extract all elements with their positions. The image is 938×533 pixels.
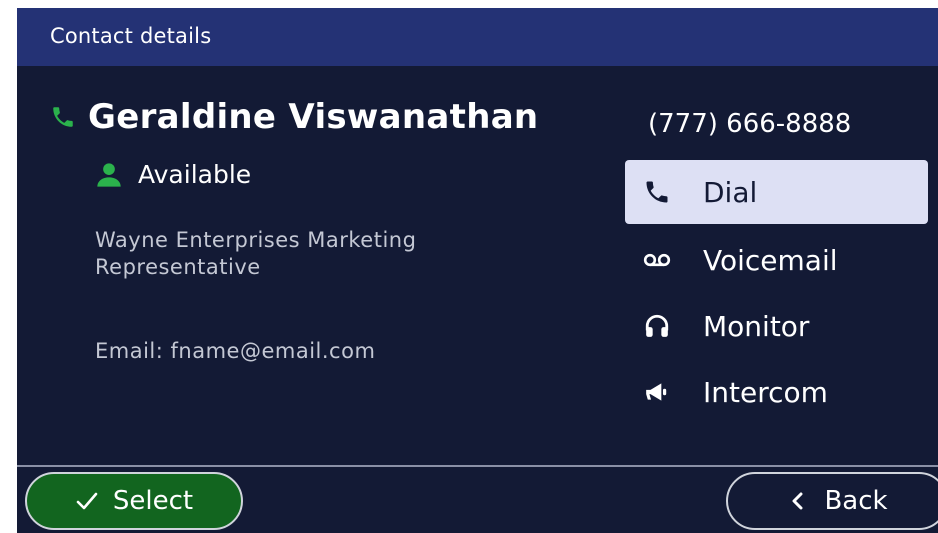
action-label: Monitor bbox=[703, 309, 810, 343]
select-button-label: Select bbox=[112, 486, 194, 516]
contact-email: Email: fname@email.com bbox=[95, 339, 376, 363]
select-button[interactable]: Select bbox=[25, 472, 243, 530]
chevron-left-icon bbox=[792, 492, 803, 510]
header-bar: Contact details bbox=[17, 8, 938, 66]
checkmark-icon bbox=[76, 492, 98, 510]
phone-icon bbox=[643, 178, 671, 206]
back-button[interactable]: Back bbox=[726, 472, 938, 530]
footer-divider bbox=[17, 465, 938, 467]
action-label: Dial bbox=[703, 175, 758, 209]
phone-icon bbox=[53, 107, 73, 127]
action-label: Intercom bbox=[703, 375, 828, 409]
status-text: Available bbox=[138, 160, 252, 189]
action-monitor[interactable]: Monitor bbox=[625, 294, 928, 358]
contact-job-title: Wayne Enterprises Marketing Representati… bbox=[95, 228, 417, 279]
action-label: Voicemail bbox=[703, 243, 838, 277]
action-intercom[interactable]: Intercom bbox=[625, 360, 928, 424]
presence-status: Available bbox=[94, 160, 251, 189]
headphones-icon bbox=[643, 312, 671, 340]
action-voicemail[interactable]: Voicemail bbox=[625, 228, 928, 292]
contact-details-screen: Contact details Geraldine Viswanathan Av… bbox=[17, 8, 938, 533]
megaphone-icon bbox=[643, 378, 671, 406]
back-button-label: Back bbox=[824, 486, 888, 516]
contact-name-row: Geraldine Viswanathan bbox=[50, 97, 538, 137]
contact-phone-number: (777) 666-8888 bbox=[648, 109, 852, 139]
page-title: Contact details bbox=[50, 24, 212, 48]
person-icon bbox=[97, 162, 121, 187]
contact-name: Geraldine Viswanathan bbox=[88, 97, 539, 137]
action-dial[interactable]: Dial bbox=[625, 160, 928, 224]
voicemail-icon bbox=[643, 246, 671, 274]
